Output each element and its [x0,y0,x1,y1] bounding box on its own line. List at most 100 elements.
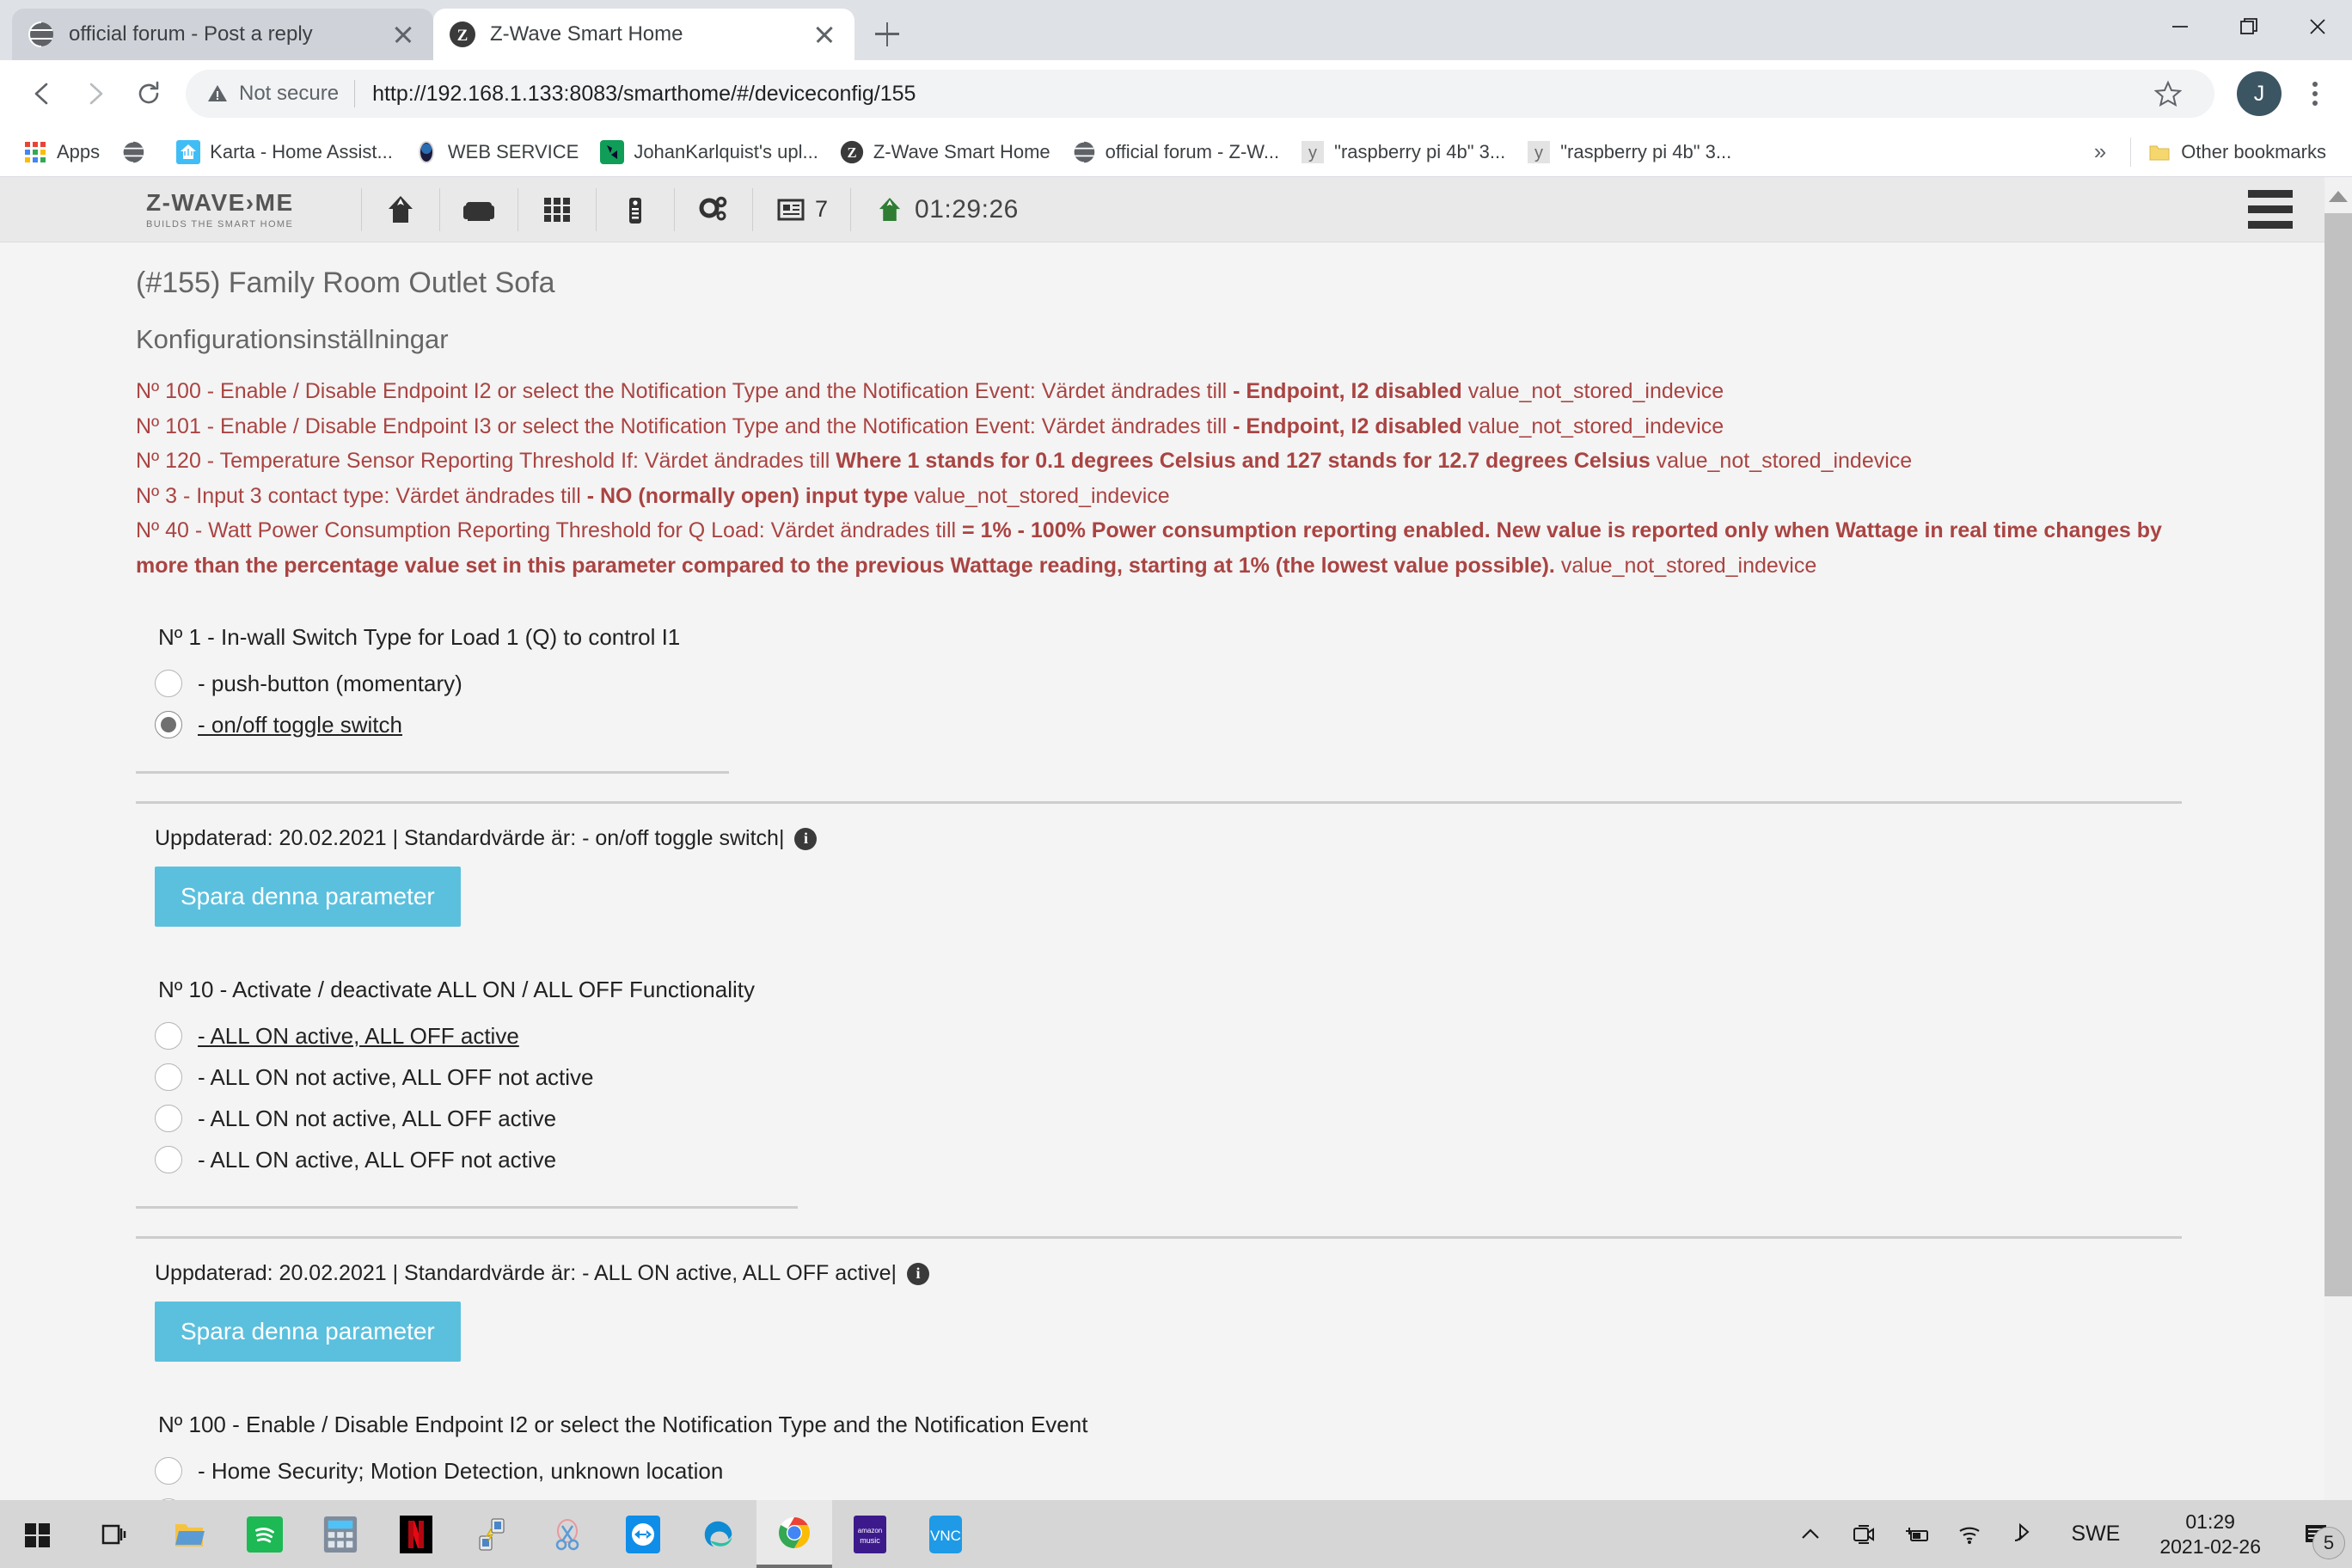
radio-button[interactable] [155,1105,182,1132]
radio-button[interactable] [155,1022,182,1050]
radio-button[interactable] [155,711,182,738]
scroll-up-icon[interactable] [2329,191,2348,202]
error-messages: Nº 100 - Enable / Disable Endpoint I2 or… [136,374,2352,583]
error-message: Nº 40 - Watt Power Consumption Reporting… [136,518,2162,578]
security-label: Not secure [239,82,340,105]
amazon-music-icon[interactable]: amazon music [832,1500,908,1568]
close-icon[interactable] [810,20,839,49]
radio-button[interactable] [155,1146,182,1173]
task-view-icon[interactable] [76,1500,151,1568]
app-header: Z-WAVE›ME BUILDS THE SMART HOME 7 01:29:… [0,177,2352,242]
calculator-icon[interactable] [303,1500,378,1568]
info-icon[interactable]: i [907,1262,930,1285]
radio-option[interactable]: - ALL ON active, ALL OFF not active [155,1139,2352,1180]
bookmark-item-upload[interactable]: JohanKarlquist's upl... [591,132,827,172]
app-menu-button[interactable] [2240,190,2300,229]
back-button[interactable] [15,67,69,120]
save-parameter-button[interactable]: Spara denna parameter [155,1302,461,1362]
profile-avatar[interactable]: J [2237,71,2282,116]
updated-info: Uppdaterad: 20.02.2021 | Standardvärde ä… [155,1261,2352,1286]
start-icon[interactable] [0,1500,76,1568]
chevron-up-icon[interactable] [1784,1500,1837,1568]
bookmark-item-zwave[interactable]: Z Z-Wave Smart Home [830,132,1059,172]
minimize-button[interactable] [2146,0,2214,53]
warning-icon [208,85,227,101]
close-window-button[interactable] [2283,0,2352,53]
security-indicator[interactable]: Not secure [206,82,339,106]
address-bar[interactable]: Not secure http://192.168.1.133:8083/sma… [186,70,2214,118]
snipping-tool-icon[interactable] [530,1500,605,1568]
svg-text:y: y [1308,144,1317,162]
spotify-icon[interactable] [227,1500,303,1568]
edge-icon[interactable] [681,1500,756,1568]
browser-tab-1[interactable]: official forum - Post a reply [12,9,433,60]
upload-icon [599,139,625,165]
bookmark-apps-label: Apps [57,140,101,162]
teamviewer-icon[interactable] [605,1500,681,1568]
bookmark-star-icon[interactable] [2142,68,2194,119]
app-logo[interactable]: Z-WAVE›ME BUILDS THE SMART HOME [146,189,361,230]
clock-time: 01:29 [2185,1510,2235,1533]
radio-option[interactable]: - CO; Carbon Monoxide detected, unknown … [155,1491,2352,1500]
vnc-icon[interactable]: VNC [908,1500,983,1568]
globe-icon [120,139,146,165]
page-title: (#155) Family Room Outlet Sofa [136,266,555,299]
language-indicator[interactable]: SWE [2050,1522,2141,1547]
bookmark-item-rpi-2[interactable]: y "raspberry pi 4b" 3... [1517,132,1740,172]
network-transfer-icon[interactable] [454,1500,530,1568]
browser-tab-2[interactable]: Z Z-Wave Smart Home [433,9,854,60]
info-icon[interactable]: i [794,827,818,850]
other-bookmarks-folder[interactable]: Other bookmarks [2138,132,2335,172]
radio-option[interactable]: - ALL ON not active, ALL OFF not active [155,1057,2352,1098]
reload-button[interactable] [122,67,175,120]
radio-button[interactable] [155,1457,182,1485]
uptime-indicator[interactable]: 01:29:26 [851,193,1041,226]
bookmark-item-web-service[interactable]: WEB SERVICE [405,132,587,172]
radio-button[interactable] [155,1063,182,1091]
events-counter[interactable]: 7 [753,194,850,225]
camera-icon[interactable] [1837,1500,1890,1568]
nav-devices-button[interactable] [518,192,596,228]
new-tab-button[interactable] [863,9,911,58]
page-subtitle: Konfigurationsinställningar [136,324,449,354]
home-green-icon [879,197,901,221]
home-assistant-icon [175,139,201,165]
radio-label: - ALL ON not active, ALL OFF active [198,1105,557,1131]
news-icon [777,199,805,220]
battery-icon[interactable] [1890,1500,1944,1568]
nav-events-button[interactable] [597,193,674,227]
bookmark-item-forum[interactable]: official forum - Z-W... [1063,132,1289,172]
sofa-icon [463,201,494,221]
bookmark-apps[interactable]: Apps [14,132,108,172]
clock-widget[interactable]: 01:29 2021-02-26 [2141,1510,2280,1559]
page-content: Z-WAVE›ME BUILDS THE SMART HOME 7 01:29:… [0,177,2352,1500]
nav-home-button[interactable] [362,191,439,229]
netflix-icon[interactable] [378,1500,454,1568]
nav-rooms-button[interactable] [440,190,518,230]
radio-option[interactable]: - Home Security; Motion Detection, unkno… [155,1450,2352,1491]
scrollbar-thumb[interactable] [2324,213,2352,1296]
radio-button[interactable] [155,670,182,697]
notifications-button[interactable]: 5 [2280,1500,2352,1568]
page-scrollbar[interactable] [2324,177,2352,1500]
radio-option[interactable]: - ALL ON not active, ALL OFF active [155,1098,2352,1139]
wifi-icon[interactable] [1944,1500,1997,1568]
bluetooth-icon[interactable] [1997,1500,2050,1568]
bookmark-item-rpi-1[interactable]: y "raspberry pi 4b" 3... [1291,132,1514,172]
chrome-icon[interactable] [756,1500,832,1568]
close-icon[interactable] [389,20,418,49]
radio-option[interactable]: - on/off toggle switch [155,704,2352,745]
bookmarks-overflow-button[interactable]: » [2077,138,2123,165]
updated-label: Uppdaterad: 20.02.2021 | Standardvärde ä… [155,1261,897,1285]
app-logo-line1: Z-WAVE›ME [146,189,294,216]
maximize-restore-button[interactable] [2214,0,2283,53]
radio-option[interactable]: - ALL ON active, ALL OFF active [155,1015,2352,1057]
nav-settings-button[interactable] [675,191,752,229]
bookmark-item-0[interactable] [112,132,163,172]
bookmark-item-home-assistant[interactable]: Karta - Home Assist... [167,132,401,172]
forward-button[interactable] [69,67,122,120]
chrome-menu-button[interactable] [2294,68,2337,119]
radio-option[interactable]: - push-button (momentary) [155,663,2352,704]
save-parameter-button[interactable]: Spara denna parameter [155,867,461,927]
file-explorer-icon[interactable] [151,1500,227,1568]
